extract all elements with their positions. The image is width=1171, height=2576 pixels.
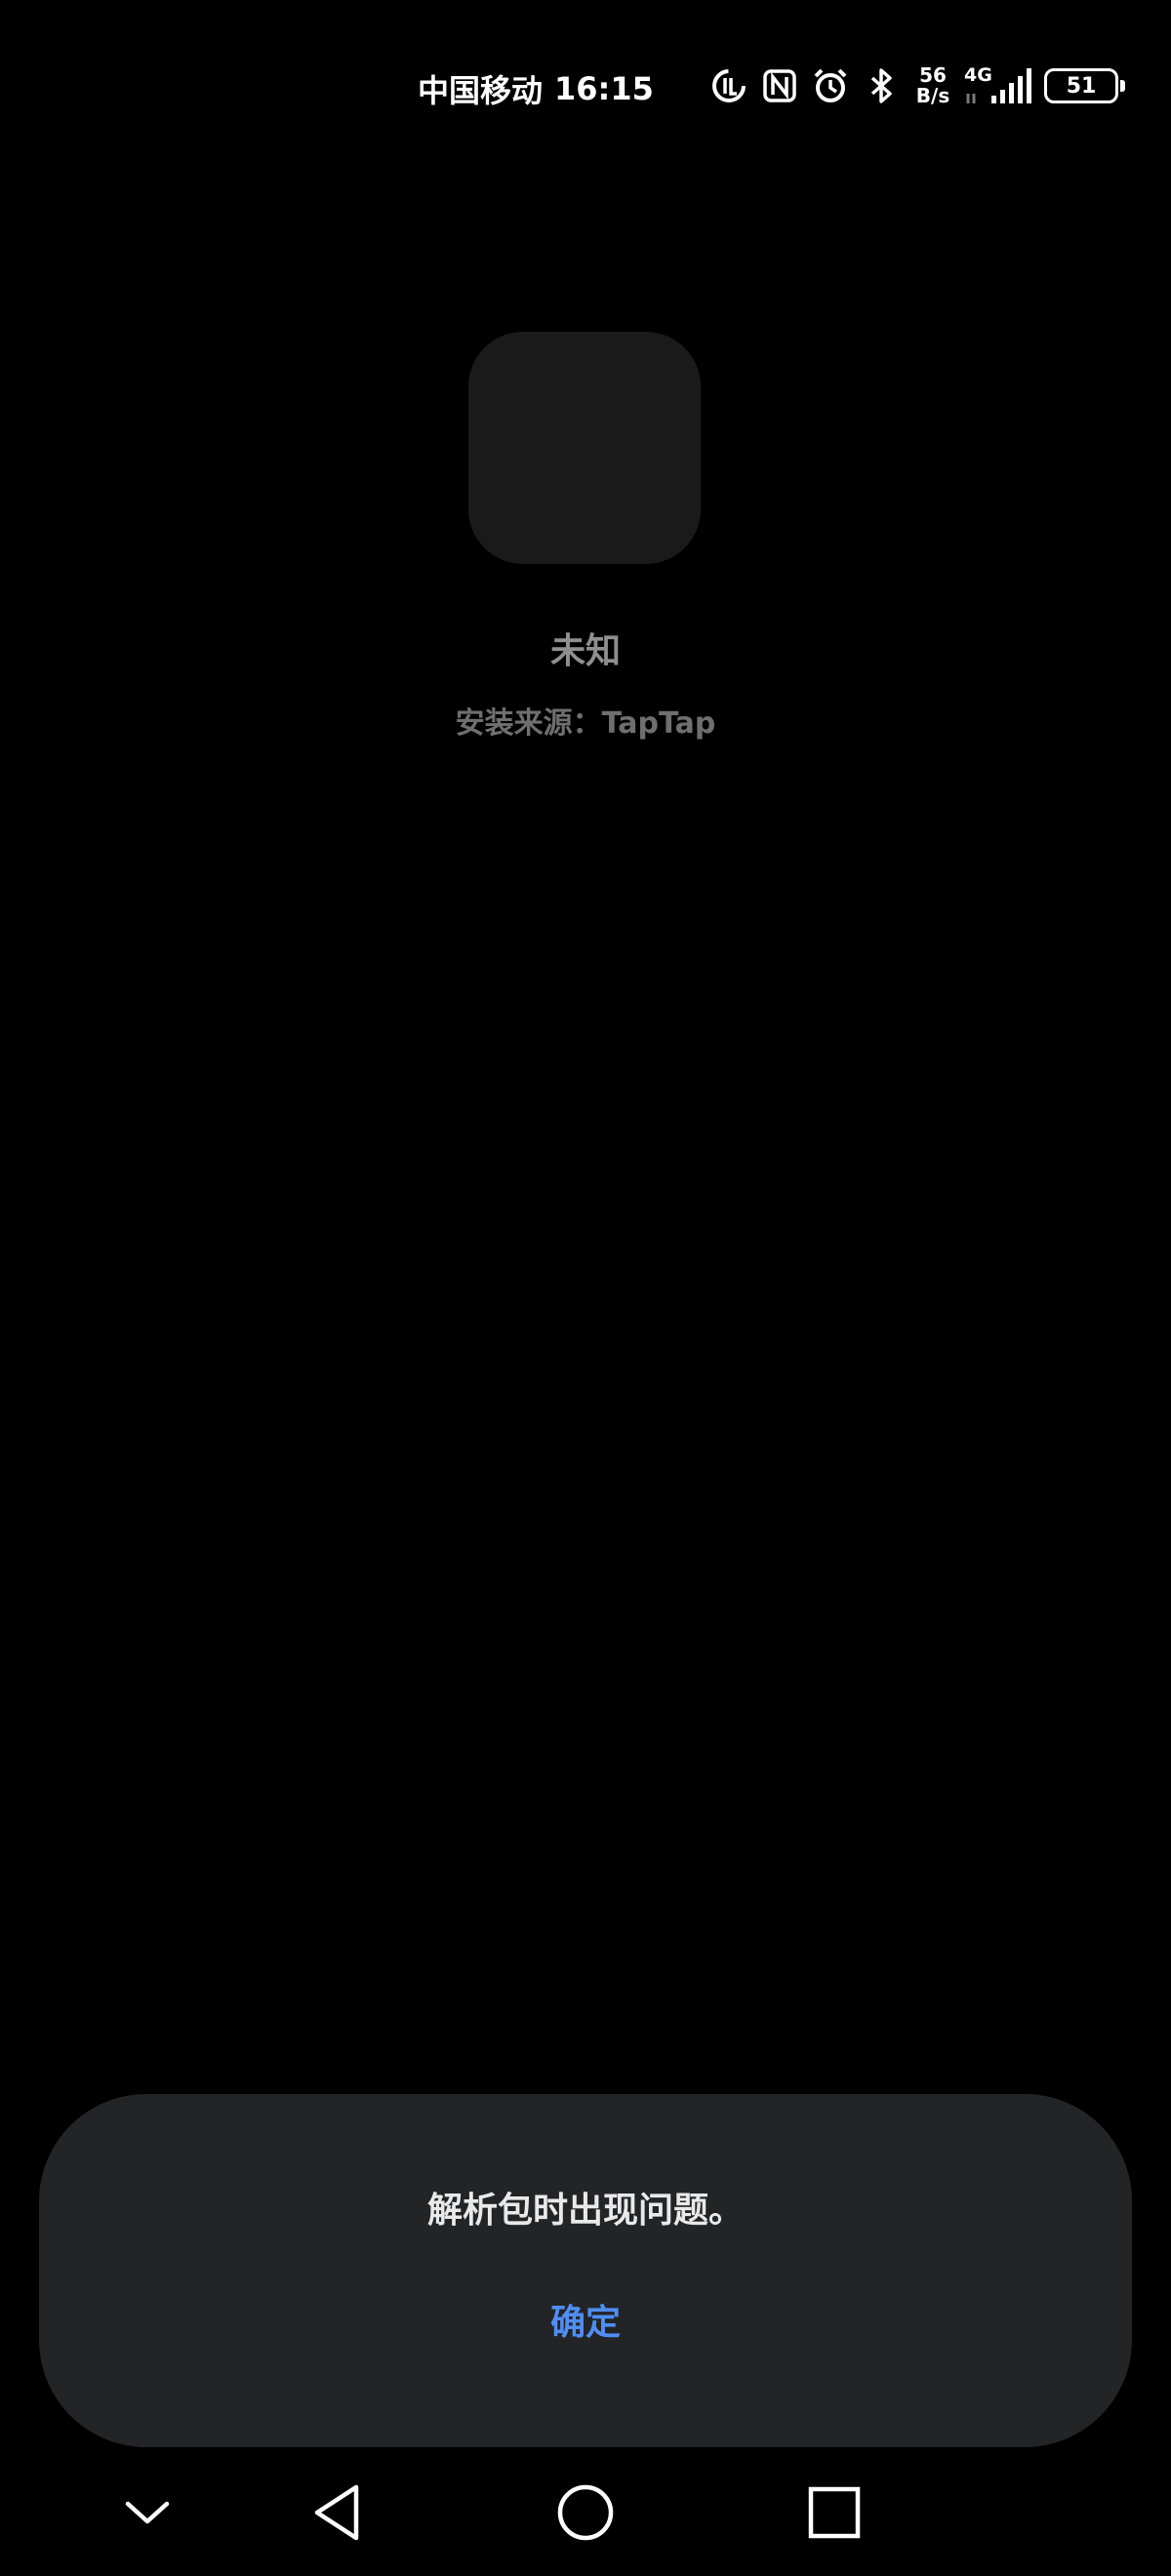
error-dialog: 解析包时出现问题。 确定 (39, 2094, 1132, 2447)
back-icon[interactable] (283, 2459, 390, 2566)
status-icons: 56 B/s 4G 51 (708, 60, 1125, 111)
app-name: 未知 (549, 631, 621, 671)
net-speed: 56 B/s (911, 65, 954, 106)
nfc-icon (759, 65, 800, 106)
signal-icon: 4G (964, 64, 1034, 107)
carrier-name: 中国移动 (418, 72, 544, 109)
battery-icon: 51 (1044, 68, 1125, 103)
install-source: 安装来源：TapTap (455, 706, 716, 741)
navigation-bar (0, 2459, 1171, 2566)
net-speed-value: 56 (919, 63, 947, 87)
app-icon-placeholder (468, 332, 701, 564)
status-left: 中国移动 16:15 (418, 66, 654, 111)
data-saver-icon (708, 65, 749, 106)
net-speed-unit: B/s (915, 84, 950, 107)
alarm-icon (810, 65, 851, 106)
home-icon[interactable] (532, 2459, 639, 2566)
bluetooth-icon (861, 65, 902, 106)
dialog-message: 解析包时出现问题。 (426, 2191, 744, 2231)
confirm-button[interactable]: 确定 (488, 2289, 683, 2357)
clock: 16:15 (554, 70, 654, 107)
collapse-icon[interactable] (94, 2459, 201, 2566)
status-bar: 中国移动 16:15 56 B/s 4G 51 (0, 0, 1171, 176)
recents-icon[interactable] (781, 2459, 888, 2566)
battery-level: 51 (1066, 73, 1097, 99)
